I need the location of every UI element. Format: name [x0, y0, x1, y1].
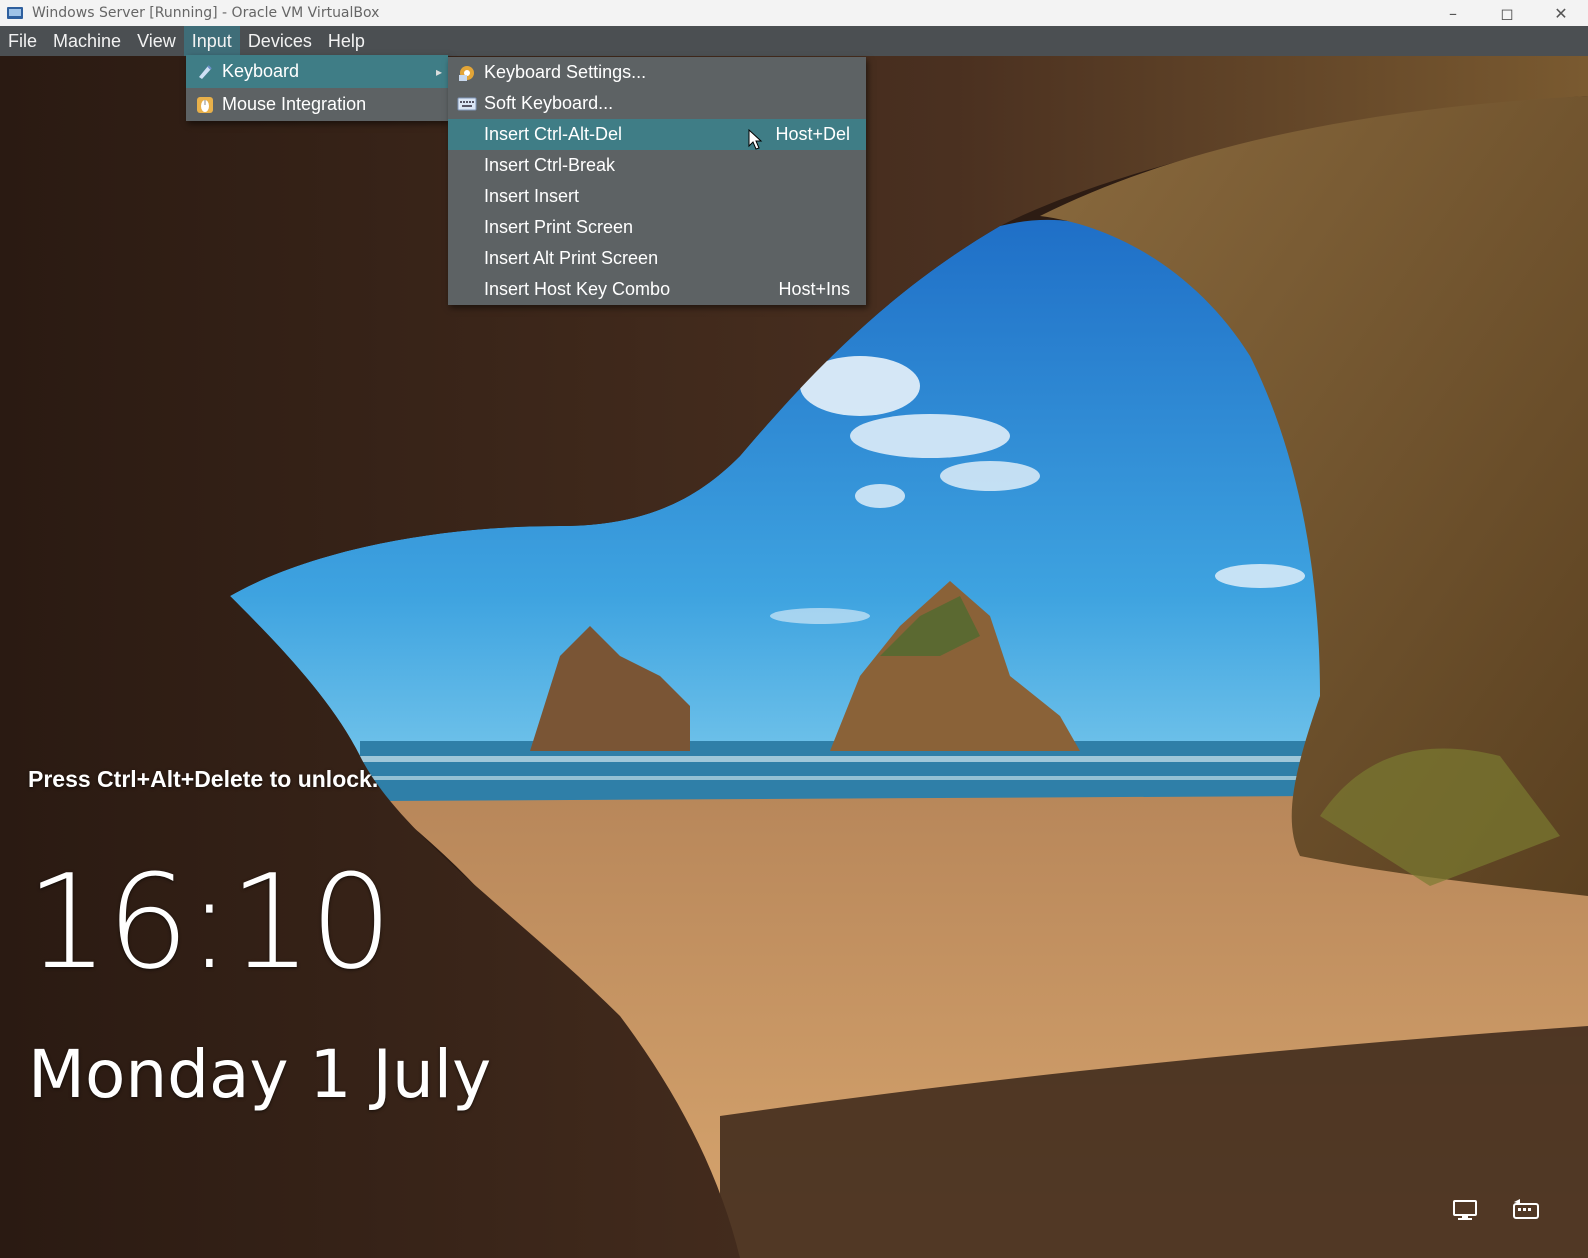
menu-item-insert-host-key-combo[interactable]: Insert Host Key Combo Host+Ins	[448, 274, 866, 305]
window-title: Windows Server [Running] - Oracle VM Vir…	[32, 5, 380, 21]
menu-item-insert-print-screen[interactable]: Insert Print Screen	[448, 212, 866, 243]
menu-item-label: Insert Ctrl-Break	[484, 155, 616, 175]
menu-devices[interactable]: Devices	[240, 26, 320, 56]
maximize-icon[interactable]: ◻	[1480, 0, 1534, 26]
menu-item-insert-ctrl-break[interactable]: Insert Ctrl-Break	[448, 150, 866, 181]
menu-item-keyboard[interactable]: Keyboard ▸	[186, 55, 448, 88]
menu-item-label: Mouse Integration	[222, 94, 367, 114]
menu-item-label: Soft Keyboard...	[484, 93, 614, 113]
menu-file[interactable]: File	[0, 26, 45, 56]
menu-view[interactable]: View	[129, 26, 184, 56]
keyboard-pen-icon	[194, 62, 216, 82]
menu-item-shortcut: Host+Ins	[778, 279, 850, 299]
menu-item-insert-ctrl-alt-del[interactable]: Insert Ctrl-Alt-Del Host+Del	[448, 119, 866, 150]
menu-bar: File Machine View Input Devices Help	[0, 26, 1588, 56]
soft-keyboard-icon	[456, 94, 478, 114]
keyboard-submenu: Keyboard Settings... Soft Keyboard... In…	[448, 57, 866, 305]
mouse-cursor-icon	[748, 129, 763, 150]
menu-item-shortcut: Host+Del	[775, 124, 850, 144]
menu-item-label: Insert Alt Print Screen	[484, 248, 659, 268]
mouse-integration-icon	[194, 95, 216, 115]
menu-item-label: Keyboard	[222, 61, 300, 81]
menu-item-label: Keyboard Settings...	[484, 62, 647, 82]
keyboard-settings-icon	[456, 63, 478, 83]
lock-date: Monday 1 July	[28, 1036, 492, 1113]
menu-item-insert-insert[interactable]: Insert Insert	[448, 181, 866, 212]
menu-item-label: Insert Insert	[484, 186, 580, 206]
menu-item-keyboard-settings[interactable]: Keyboard Settings...	[448, 57, 866, 88]
input-menu: Keyboard ▸ Mouse Integration	[186, 55, 448, 121]
network-icon[interactable]	[1450, 1198, 1482, 1222]
menu-item-mouse-integration[interactable]: Mouse Integration	[186, 88, 448, 121]
menu-machine[interactable]: Machine	[45, 26, 129, 56]
keyboard-capture-icon[interactable]	[1510, 1198, 1542, 1222]
close-icon[interactable]: ✕	[1534, 0, 1588, 26]
lock-time: 16:10	[26, 846, 393, 998]
minimize-icon[interactable]: –	[1426, 0, 1480, 26]
virtualbox-icon	[7, 7, 23, 19]
menu-help[interactable]: Help	[320, 26, 373, 56]
menu-item-insert-alt-print-screen[interactable]: Insert Alt Print Screen	[448, 243, 866, 274]
menu-item-label: Insert Print Screen	[484, 217, 634, 237]
menu-item-soft-keyboard[interactable]: Soft Keyboard...	[448, 88, 866, 119]
unlock-hint: Press Ctrl+Alt+Delete to unlock.	[28, 766, 379, 792]
menu-input[interactable]: Input	[183, 26, 240, 56]
submenu-arrow-icon: ▸	[435, 64, 442, 79]
window-titlebar[interactable]: Windows Server [Running] - Oracle VM Vir…	[0, 0, 1588, 26]
